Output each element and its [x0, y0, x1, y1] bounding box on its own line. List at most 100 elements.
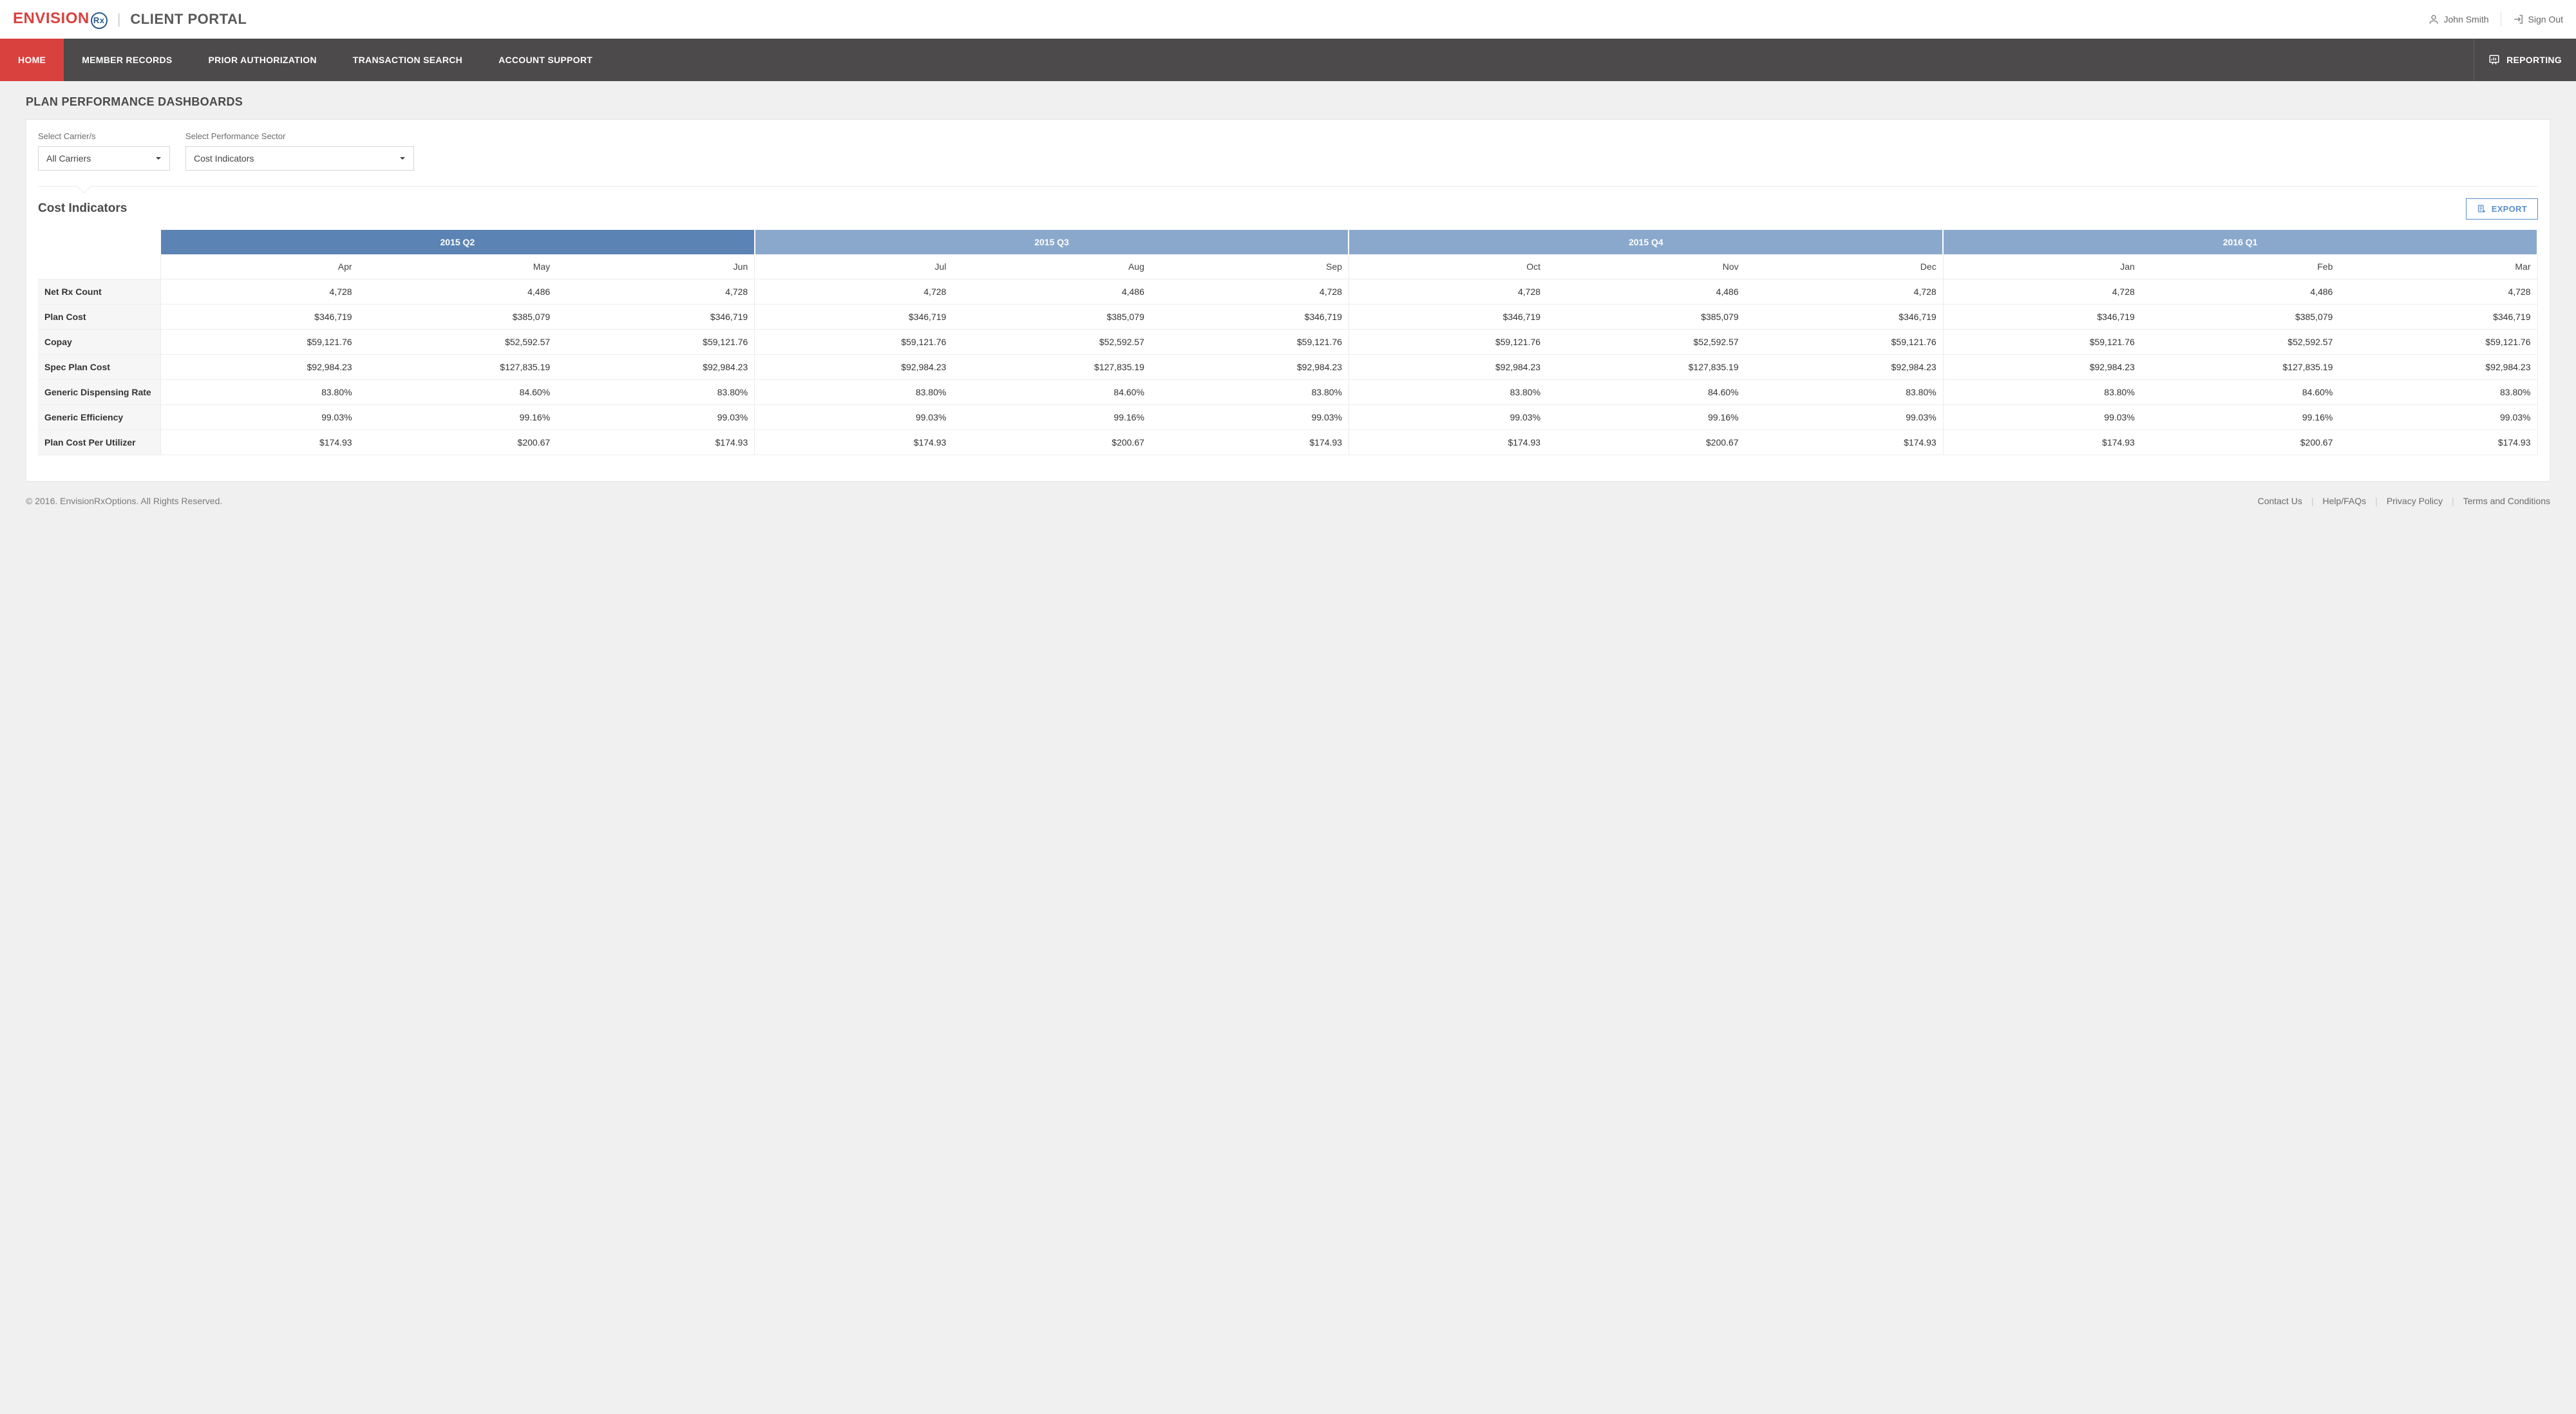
- filter-divider: [38, 186, 2538, 187]
- nav-item-account-support[interactable]: ACCOUNT SUPPORT: [480, 39, 611, 81]
- cell: 83.80%: [556, 379, 755, 404]
- cell: $385,079: [359, 304, 557, 329]
- cell: $174.93: [1349, 429, 1547, 455]
- cell: $59,121.76: [1745, 329, 1944, 354]
- footer-divider: |: [2452, 496, 2454, 506]
- month-header: Mar: [2339, 254, 2537, 279]
- table-row: Copay$59,121.76$52,592.57$59,121.76$59,1…: [38, 329, 2537, 354]
- cell: $92,984.23: [1943, 354, 2141, 379]
- cell: 4,728: [1745, 279, 1944, 304]
- quarter-header: 2015 Q4: [1349, 230, 1943, 254]
- cell: 4,728: [755, 279, 953, 304]
- cell: $52,592.57: [1547, 329, 1745, 354]
- page-content: PLAN PERFORMANCE DASHBOARDS Select Carri…: [0, 81, 2576, 487]
- filter-row: Select Carrier/s All Carriers Select Per…: [38, 131, 2538, 171]
- export-label: EXPORT: [2492, 204, 2527, 214]
- row-label: Plan Cost: [38, 304, 160, 329]
- cell: $385,079: [952, 304, 1151, 329]
- quarter-header: 2015 Q3: [755, 230, 1349, 254]
- cell: $174.93: [556, 429, 755, 455]
- nav-left: HOMEMEMBER RECORDSPRIOR AUTHORIZATIONTRA…: [0, 39, 611, 81]
- cell: $174.93: [1151, 429, 1349, 455]
- chevron-down-icon: [399, 155, 406, 162]
- table-row: Spec Plan Cost $92,984.23 $127,835.19 $92,9…: [38, 354, 2537, 379]
- export-button[interactable]: EXPORT: [2466, 198, 2538, 220]
- nav-item-member-records[interactable]: MEMBER RECORDS: [64, 39, 190, 81]
- month-header: Nov: [1547, 254, 1745, 279]
- cell: $174.93: [2339, 429, 2537, 455]
- table-row: Plan Cost Per Utilizer$174.93$200.67$174…: [38, 429, 2537, 455]
- export-icon: [2477, 204, 2486, 214]
- cell: $59,121.76: [755, 329, 953, 354]
- row-label: Spec Plan Cost: [38, 354, 160, 379]
- cell: $346,719: [2339, 304, 2537, 329]
- cell: 4,728: [2339, 279, 2537, 304]
- cell: 4,486: [952, 279, 1151, 304]
- carrier-select-label: Select Carrier/s: [38, 131, 170, 141]
- footer-divider: |: [2375, 496, 2378, 506]
- cell: $174.93: [1943, 429, 2141, 455]
- cell: 99.03%: [556, 404, 755, 429]
- nav-item-prior-authorization[interactable]: PRIOR AUTHORIZATION: [191, 39, 335, 81]
- cell: $346,719: [1943, 304, 2141, 329]
- cell: $59,121.76: [1151, 329, 1349, 354]
- nav-item-transaction-search[interactable]: TRANSACTION SEARCH: [335, 39, 480, 81]
- cell: $127,835.19: [359, 354, 557, 379]
- table-row: Generic Dispensing Rate83.80%84.60%83.80…: [38, 379, 2537, 404]
- month-header: Dec: [1745, 254, 1944, 279]
- quarter-header-blank: [38, 230, 160, 254]
- cell: 83.80%: [1745, 379, 1944, 404]
- month-header: Jul: [755, 254, 953, 279]
- section-header-row: Cost Indicators EXPORT: [38, 198, 2538, 220]
- cell: 84.60%: [2141, 379, 2340, 404]
- cell: 83.80%: [755, 379, 953, 404]
- cell: $346,719: [1349, 304, 1547, 329]
- cell: 83.80%: [1943, 379, 2141, 404]
- cell: $59,121.76: [556, 329, 755, 354]
- month-header: Aug: [952, 254, 1151, 279]
- cell: 99.03%: [1745, 404, 1944, 429]
- cell: 84.60%: [359, 379, 557, 404]
- cell: $127,835.19: [952, 354, 1151, 379]
- sign-out-label: Sign Out: [2528, 14, 2563, 24]
- table-body: Net Rx Count4,7284,4864,7284,7284,4864,7…: [38, 279, 2537, 455]
- row-label: Generic Efficiency: [38, 404, 160, 429]
- nav-reporting[interactable]: REPORTING: [2474, 39, 2576, 81]
- carrier-select[interactable]: All Carriers: [38, 146, 170, 171]
- cell: $346,719: [556, 304, 755, 329]
- nav-reporting-label: REPORTING: [2506, 55, 2562, 65]
- cell: $346,719: [1745, 304, 1944, 329]
- footer-links: Contact Us|Help/FAQs|Privacy Policy|Term…: [2258, 496, 2550, 506]
- cell: 99.16%: [2141, 404, 2340, 429]
- cell: 99.03%: [755, 404, 953, 429]
- cell: $174.93: [755, 429, 953, 455]
- row-label: Copay: [38, 329, 160, 354]
- user-menu[interactable]: John Smith: [2428, 14, 2488, 25]
- nav-right: REPORTING: [2474, 39, 2576, 81]
- cell: 4,728: [1943, 279, 2141, 304]
- footer-copyright: © 2016. EnvisionRxOptions. All Rights Re…: [26, 496, 222, 506]
- footer-link[interactable]: Contact Us: [2258, 496, 2302, 506]
- footer-link[interactable]: Terms and Conditions: [2463, 496, 2550, 506]
- month-header: Oct: [1349, 254, 1547, 279]
- footer-link[interactable]: Help/FAQs: [2322, 496, 2366, 506]
- quarter-header-row: 2015 Q22015 Q32015 Q42016 Q1: [38, 230, 2537, 254]
- sign-out-button[interactable]: Sign Out: [2513, 14, 2563, 25]
- cell: $385,079: [2141, 304, 2340, 329]
- notch-indicator: [77, 178, 91, 193]
- sector-select-label: Select Performance Sector: [185, 131, 414, 141]
- chevron-down-icon: [155, 155, 162, 162]
- cell: $174.93: [1745, 429, 1944, 455]
- sector-select-group: Select Performance Sector Cost Indicator…: [185, 131, 414, 171]
- cell: $200.67: [359, 429, 557, 455]
- sector-select[interactable]: Cost Indicators: [185, 146, 414, 171]
- cell: $92,984.23: [1349, 354, 1547, 379]
- cell: $52,592.57: [952, 329, 1151, 354]
- month-header: Jun: [556, 254, 755, 279]
- nav-item-home[interactable]: HOME: [0, 39, 64, 81]
- sector-select-value: Cost Indicators: [194, 153, 254, 164]
- cell: 99.03%: [160, 404, 359, 429]
- footer-link[interactable]: Privacy Policy: [2387, 496, 2443, 506]
- carrier-select-value: All Carriers: [46, 153, 91, 164]
- cell: $174.93: [160, 429, 359, 455]
